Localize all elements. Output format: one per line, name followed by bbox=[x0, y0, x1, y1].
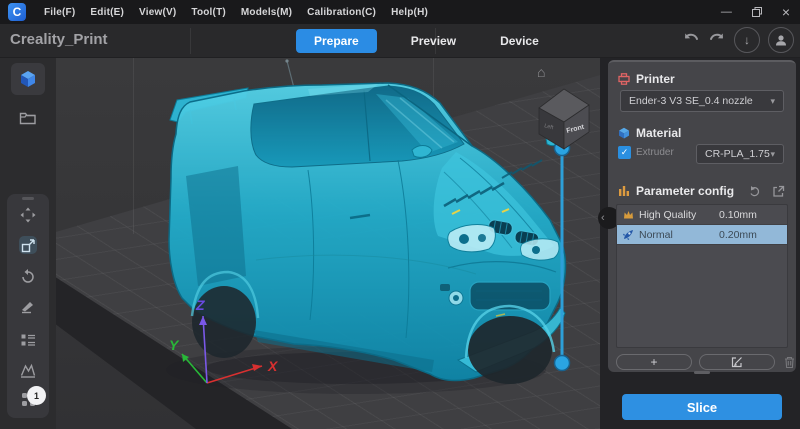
menu-calibration[interactable]: Calibration(C) bbox=[307, 7, 376, 18]
printer-select[interactable]: Ender-3 V3 SE_0.4 nozzle ▾ bbox=[620, 90, 784, 112]
creality-print-window: C File(F) Edit(E) View(V) Tool(T) Models… bbox=[0, 0, 800, 429]
home-view-icon[interactable]: ⌂ bbox=[537, 64, 545, 80]
print-settings-panel: ‹ Printer Ender-3 V3 SE_0.4 nozzle ▾ Mat… bbox=[598, 60, 796, 374]
rocket-icon bbox=[623, 230, 633, 240]
profile-layer-height: 0.20mm bbox=[719, 228, 757, 241]
account-button[interactable] bbox=[768, 27, 794, 53]
scale-tool-button[interactable] bbox=[19, 236, 37, 254]
extruder-label: Extruder bbox=[636, 147, 674, 158]
profile-name: High Quality bbox=[639, 208, 697, 221]
app-logo-icon: C bbox=[8, 3, 26, 21]
rotate-icon bbox=[22, 269, 34, 283]
page-title: Creality_Print bbox=[10, 31, 108, 48]
undo-icon[interactable] bbox=[682, 32, 700, 48]
menu-edit[interactable]: Edit(E) bbox=[90, 7, 124, 18]
object-list-button[interactable] bbox=[19, 331, 37, 349]
chevron-down-icon: ▾ bbox=[770, 95, 775, 106]
redo-icon[interactable] bbox=[708, 32, 726, 48]
support-tool-button[interactable] bbox=[19, 361, 37, 379]
menu-bar: File(F) Edit(E) View(V) Tool(T) Models(M… bbox=[44, 7, 428, 18]
crown-icon bbox=[624, 210, 633, 218]
profile-name: Normal bbox=[639, 228, 673, 241]
profile-row-high-quality[interactable]: High Quality 0.10mm bbox=[617, 205, 787, 225]
transform-tool-group bbox=[7, 194, 49, 418]
export-parameters-button[interactable] bbox=[772, 185, 785, 198]
material-icon bbox=[619, 127, 629, 139]
menu-view[interactable]: View(V) bbox=[139, 7, 176, 18]
list-icon bbox=[21, 334, 35, 346]
tab-device[interactable]: Device bbox=[490, 29, 549, 53]
chevron-down-icon: ▾ bbox=[770, 148, 775, 159]
view-cube[interactable]: Left Front bbox=[56, 58, 600, 429]
close-icon[interactable]: × bbox=[782, 5, 790, 19]
menu-help[interactable]: Help(H) bbox=[391, 7, 428, 18]
viewport-3d[interactable]: X Y Z Left Front ⌂ bbox=[56, 58, 600, 429]
move-icon bbox=[20, 207, 36, 223]
parameter-profile-list: High Quality 0.10mm Normal 0.20mm bbox=[616, 204, 788, 348]
edit-profile-button[interactable] bbox=[699, 354, 775, 370]
rotate-tool-button[interactable] bbox=[19, 267, 37, 285]
menu-tool[interactable]: Tool(T) bbox=[191, 7, 226, 18]
tab-prepare[interactable]: Prepare bbox=[296, 29, 377, 53]
panel-resize-handle[interactable] bbox=[694, 371, 710, 374]
cut-tool-button[interactable] bbox=[19, 298, 37, 316]
menu-models[interactable]: Models(M) bbox=[241, 7, 292, 18]
model-count-badge: 1 bbox=[27, 386, 46, 405]
delete-profile-button[interactable] bbox=[782, 356, 796, 369]
header-bar: Creality_Print Prepare Preview Device ↓ bbox=[0, 24, 800, 58]
menu-file[interactable]: File(F) bbox=[44, 7, 75, 18]
folder-icon bbox=[19, 112, 36, 125]
printer-icon bbox=[618, 73, 630, 85]
move-tool-button[interactable] bbox=[19, 206, 37, 224]
right-column: ‹ Printer Ender-3 V3 SE_0.4 nozzle ▾ Mat… bbox=[598, 58, 800, 429]
minimize-icon[interactable]: — bbox=[721, 6, 732, 18]
edit-icon bbox=[731, 357, 742, 368]
reset-parameters-button[interactable] bbox=[748, 185, 761, 198]
title-bar: C File(F) Edit(E) View(V) Tool(T) Models… bbox=[0, 0, 800, 24]
maximize-icon[interactable] bbox=[751, 7, 762, 17]
material-section-title: Material bbox=[636, 126, 682, 140]
extruder-checkbox[interactable]: ✓ bbox=[618, 146, 631, 159]
import-model-button[interactable] bbox=[11, 63, 45, 95]
scale-icon bbox=[21, 238, 35, 252]
trash-icon bbox=[784, 356, 794, 368]
download-button[interactable]: ↓ bbox=[734, 27, 760, 53]
tool-group-handle[interactable] bbox=[22, 197, 34, 200]
slice-button[interactable]: Slice bbox=[622, 394, 782, 420]
support-icon bbox=[20, 363, 36, 378]
open-file-button[interactable] bbox=[11, 103, 45, 133]
model-cube-icon bbox=[21, 71, 35, 87]
add-profile-button[interactable]: + bbox=[616, 354, 692, 370]
parameter-config-title: Parameter config bbox=[636, 184, 735, 198]
material-select[interactable]: CR-PLA_1.75 ▾ bbox=[696, 144, 784, 164]
knife-icon bbox=[22, 302, 33, 314]
left-toolbar bbox=[0, 58, 56, 429]
parameter-config-icon bbox=[619, 186, 629, 196]
printer-select-value: Ender-3 V3 SE_0.4 nozzle bbox=[629, 95, 753, 107]
profile-row-normal[interactable]: Normal 0.20mm bbox=[617, 225, 787, 245]
printer-section-title: Printer bbox=[636, 72, 675, 86]
material-select-value: CR-PLA_1.75 bbox=[705, 148, 770, 160]
tab-preview[interactable]: Preview bbox=[401, 29, 466, 53]
profile-layer-height: 0.10mm bbox=[719, 208, 757, 221]
